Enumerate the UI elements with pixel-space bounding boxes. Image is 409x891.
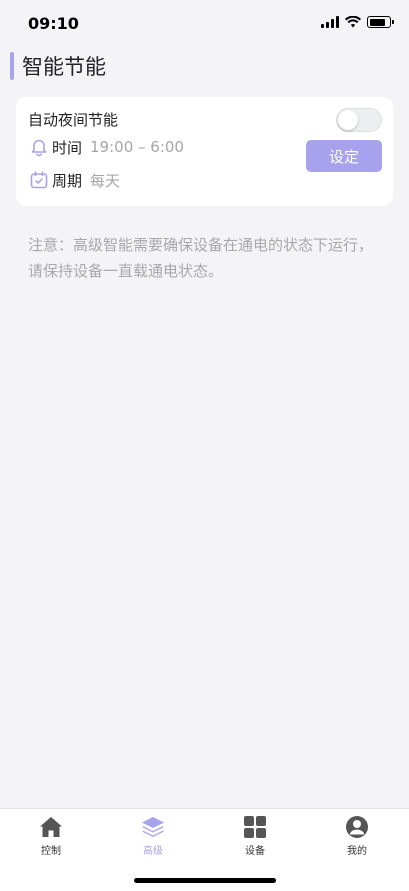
cellular-signal-icon [321,16,339,28]
tab-control[interactable]: 控制 [21,814,81,858]
status-time: 09:10 [28,14,79,33]
wifi-icon [345,16,361,28]
notice-text: 注意：高级智能需要确保设备在通电的状态下运行，请保持设备一直载通电状态。 [28,236,374,280]
tab-advanced[interactable]: 高级 [123,814,183,858]
status-icons [321,16,394,28]
card-title: 自动夜间节能 [28,111,119,129]
tab-label: 高级 [143,846,163,857]
tab-label: 我的 [347,846,367,857]
set-button[interactable]: 设定 [306,140,382,172]
layers-icon [140,814,166,840]
calendar-check-icon [28,169,50,191]
battery-icon [367,16,394,28]
status-bar: 09:10 [0,0,409,48]
user-icon [344,814,370,840]
page-header: 智能节能 [10,50,106,82]
page-title: 智能节能 [22,55,106,79]
cycle-label: 周期 [52,171,83,190]
header-accent-bar [10,52,14,80]
time-label: 时间 [52,138,83,157]
night-saving-toggle[interactable] [336,108,382,132]
night-energy-saving-card: 自动夜间节能 时间 19:00 – 6:00 周期 每天 设定 [16,97,393,206]
grid-icon [242,814,268,840]
time-value: 19:00 – 6:00 [90,138,184,156]
time-row: 时间 19:00 – 6:00 [28,136,184,158]
tab-device[interactable]: 设备 [225,814,285,858]
tab-label: 控制 [41,846,61,857]
tab-label: 设备 [245,846,265,857]
home-icon [38,814,64,840]
cycle-row: 周期 每天 [28,169,120,191]
toggle-knob [338,110,358,130]
bell-icon [28,136,50,158]
home-indicator [134,878,276,883]
tab-mine[interactable]: 我的 [327,814,387,858]
cycle-value: 每天 [90,171,121,190]
